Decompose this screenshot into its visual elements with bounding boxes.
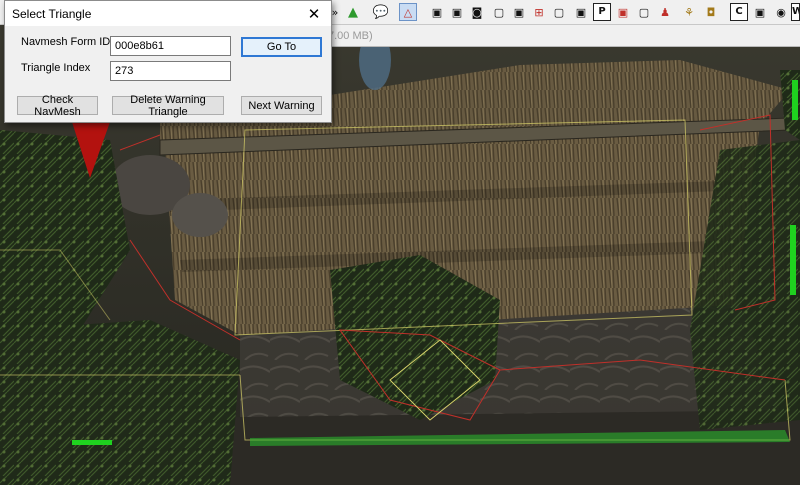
c-letter-icon[interactable]: C — [730, 3, 748, 21]
boulder — [172, 193, 228, 237]
cube-icon[interactable]: ▢ — [635, 3, 653, 21]
cube-icon[interactable]: ▣ — [751, 3, 769, 21]
navmesh-form-id-field[interactable] — [110, 36, 231, 56]
marker-icon[interactable]: ▢ — [490, 3, 508, 21]
triangle-index-field[interactable] — [110, 61, 231, 81]
picture-icon[interactable]: ▣ — [614, 3, 632, 21]
cube-icon[interactable]: ▣ — [572, 3, 590, 21]
cube-icon[interactable]: ▢ — [550, 3, 568, 21]
select-triangle-dialog: Select Triangle ✕ Navmesh Form ID Triang… — [4, 0, 332, 123]
cube-icon[interactable]: ▣ — [448, 3, 466, 21]
camera-icon[interactable]: ◘ — [702, 3, 720, 21]
check-navmesh-button[interactable]: Check NavMesh — [17, 94, 98, 118]
go-to-button[interactable]: Go To — [241, 37, 322, 57]
memory-status: 7.00 MB) — [322, 25, 800, 47]
close-icon[interactable]: ✕ — [297, 1, 331, 26]
grid-icon[interactable]: ⊞ — [530, 3, 548, 21]
bushes-lower-left — [0, 320, 240, 485]
cube-icon[interactable]: ▣ — [510, 3, 528, 21]
w-letter-icon[interactable]: W — [791, 3, 800, 21]
navmesh-form-id-label: Navmesh Form ID — [21, 36, 111, 48]
delete-warning-triangle-button[interactable]: Delete Warning Triangle — [112, 94, 224, 118]
grass-icon[interactable]: ▲ — [344, 3, 362, 21]
p-letter-icon[interactable]: P — [593, 3, 611, 21]
cube-icon[interactable]: ▣ — [428, 3, 446, 21]
person-icon[interactable]: ♟ — [656, 3, 674, 21]
cube-icon[interactable]: ◙ — [468, 3, 486, 21]
speech-bubble-icon[interactable]: 💬 — [372, 3, 390, 21]
triangle-index-label: Triangle Index — [21, 62, 91, 74]
next-warning-button[interactable]: Next Warning — [241, 96, 322, 115]
memory-text: 7.00 MB) — [328, 30, 373, 42]
tree-icon[interactable]: ⚘ — [680, 3, 698, 21]
globe-icon[interactable]: ◉ — [772, 3, 790, 21]
dialog-titlebar[interactable]: Select Triangle ✕ — [5, 1, 331, 26]
navmesh-icon[interactable]: △ — [399, 3, 417, 21]
dialog-title: Select Triangle — [12, 7, 92, 21]
